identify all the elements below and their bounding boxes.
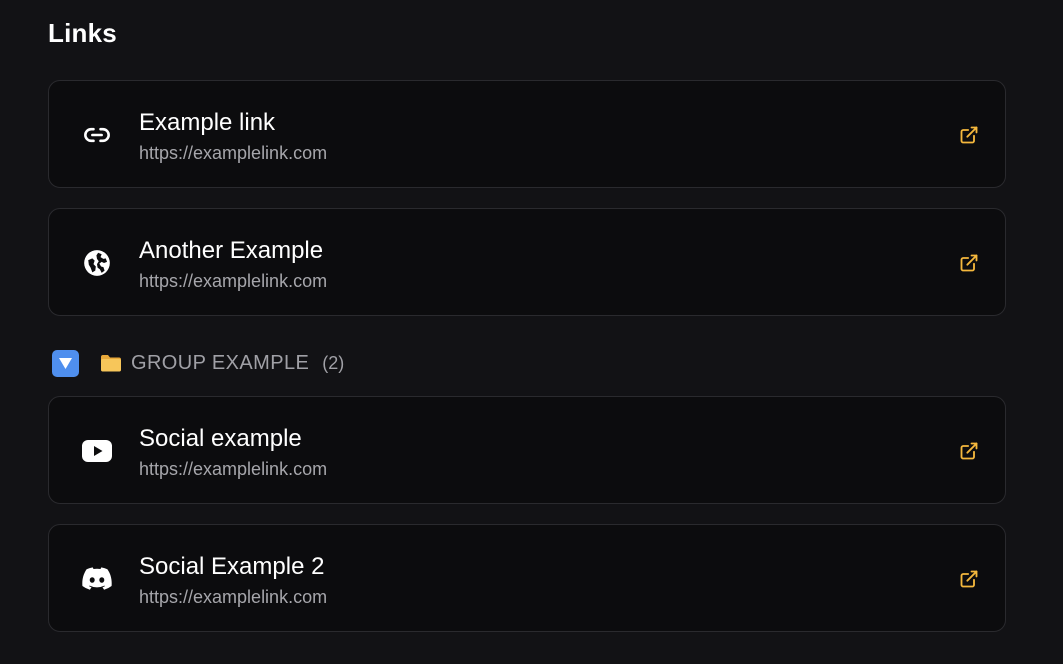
links-page: Links Example link https://examplelink.c…: [0, 0, 1063, 664]
external-link-icon[interactable]: [959, 125, 979, 145]
link-title: Another Example: [139, 237, 324, 264]
link-title: Social Example 2: [139, 553, 325, 580]
external-link-icon[interactable]: [959, 253, 979, 273]
link-card-another-example[interactable]: Another Example https://examplelink.com: [48, 208, 1006, 316]
link-url: https://examplelink.com: [139, 459, 328, 479]
group-header[interactable]: GROUP EXAMPLE (2): [52, 348, 344, 378]
section-title: Links: [48, 18, 117, 48]
globe-icon: [82, 248, 112, 278]
group-label: GROUP EXAMPLE: [131, 351, 310, 374]
link-url: https://examplelink.com: [139, 587, 328, 607]
external-link-icon[interactable]: [959, 441, 979, 461]
link-title: Social example: [139, 425, 302, 452]
group-count: (2): [322, 352, 345, 373]
link-url: https://examplelink.com: [139, 271, 328, 291]
discord-icon: [82, 564, 112, 594]
link-card-social-example-2[interactable]: Social Example 2 https://examplelink.com: [48, 524, 1006, 632]
link-icon: [82, 120, 112, 150]
link-title: Example link: [139, 109, 276, 136]
youtube-icon: [82, 436, 112, 466]
folder-icon: [101, 355, 121, 372]
external-link-icon[interactable]: [959, 569, 979, 589]
link-card-social-example[interactable]: Social example https://examplelink.com: [48, 396, 1006, 504]
link-card-example-link[interactable]: Example link https://examplelink.com: [48, 80, 1006, 188]
link-url: https://examplelink.com: [139, 143, 328, 163]
triangle-down-icon[interactable]: [52, 349, 79, 377]
